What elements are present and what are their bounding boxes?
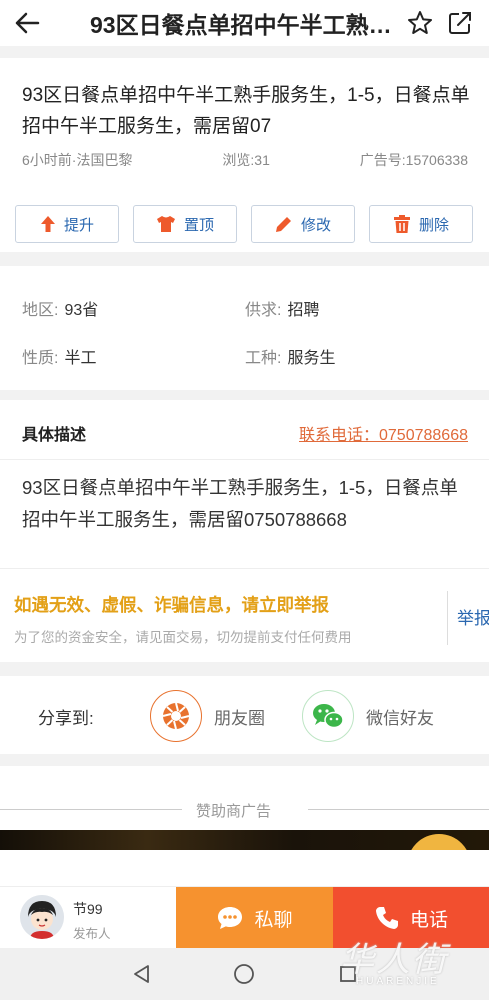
job-label: 工种: [245, 350, 282, 367]
share-moments-button[interactable]: 朋友圈 [150, 690, 265, 742]
ad-title: 93区日餐点单招中午半工熟手服务生，1-5，日餐点单招中午半工服务生，需居留07 [22, 85, 470, 137]
description-header: 具体描述 联系电话：0750788668 [0, 400, 489, 460]
region-row: 地区: 93省 [22, 296, 98, 320]
banner-gold-circle [407, 834, 471, 850]
edit-label: 修改 [300, 216, 331, 234]
report-button[interactable]: 举报 [457, 604, 489, 629]
nature-label: 性质: [22, 350, 59, 367]
chat-label: 私聊 [254, 909, 293, 931]
camera-aperture-icon [162, 702, 190, 730]
triangle-back-icon [134, 965, 149, 983]
trash-icon [393, 214, 410, 233]
job-value: 服务生 [287, 350, 336, 367]
user-avatar-icon [20, 895, 64, 939]
favorite-button[interactable] [400, 0, 440, 46]
description-body: 93区日餐点单招中午半工熟手服务生，1-5，日餐点单招中午半工服务生，需居留07… [0, 460, 489, 568]
edit-button[interactable]: 修改 [251, 205, 355, 243]
share-icon [449, 12, 471, 34]
watermark-text: 华人街 [340, 940, 448, 980]
job-row: 工种: 服务生 [245, 344, 335, 368]
nature-value: 半工 [64, 350, 97, 367]
promote-label: 提升 [63, 216, 94, 234]
sponsor-line-right [308, 809, 489, 810]
share-section: 分享到: 朋友圈 微信好友 [0, 676, 489, 754]
moments-label: 朋友圈 [214, 708, 265, 728]
posted-time-location: 6小时前·法国巴黎 [22, 152, 133, 168]
sponsor-section: 赞助商广告 [0, 766, 489, 886]
description-text: 93区日餐点单招中午半工熟手服务生，1-5，日餐点单招中午半工服务生，需居留07… [22, 477, 458, 530]
pencil-icon [275, 217, 291, 232]
share-button[interactable] [440, 0, 480, 46]
delete-label: 删除 [418, 216, 449, 234]
wechat-label: 微信好友 [366, 708, 434, 728]
ad-number: 广告号:15706338 [359, 152, 468, 168]
region-value: 93省 [64, 302, 99, 319]
sponsor-banner[interactable] [0, 830, 489, 850]
call-label: 电话 [409, 909, 448, 931]
warning-subtext: 为了您的资金安全，请见面交易，切勿提前支付任何费用 [14, 630, 352, 645]
shirt-icon [156, 216, 175, 232]
publisher-name: 节99 [73, 901, 103, 917]
promote-button[interactable]: 提升 [15, 205, 119, 243]
star-icon [408, 11, 432, 34]
circle-home-icon [234, 964, 254, 984]
moments-icon-circle [150, 690, 202, 742]
top-app-bar: 93区日餐点单招中午半工熟手服务生，1-5，日餐点单招中午半工服务生，需居留07 [0, 0, 489, 46]
supply-label: 供求: [245, 302, 282, 319]
share-wechat-button[interactable]: 微信好友 [302, 690, 434, 742]
wechat-icon [313, 704, 344, 729]
region-label: 地区: [22, 302, 59, 319]
warning-headline: 如遇无效、虚假、诈骗信息，请立即举报 [14, 595, 329, 615]
fraud-warning: 如遇无效、虚假、诈骗信息，请立即举报 为了您的资金安全，请见面交易，切勿提前支付… [0, 568, 489, 662]
publisher-role: 发布人 [73, 927, 111, 941]
contact-phone-link[interactable]: 联系电话：0750788668 [299, 421, 468, 445]
pin-label: 置顶 [183, 216, 214, 234]
avatar[interactable] [20, 895, 64, 939]
sponsor-label: 赞助商广告 [196, 803, 272, 820]
supply-row: 供求: 招聘 [245, 296, 319, 320]
page-title: 93区日餐点单招中午半工熟手服务生，1-5，日餐点单招中午半工服务生，需居留07 [90, 12, 400, 38]
phone-icon [375, 907, 398, 929]
ad-header: 93区日餐点单招中午半工熟手服务生，1-5，日餐点单招中午半工服务生，需居留07… [0, 58, 489, 252]
watermark-subtext: HUARENJIE [356, 976, 440, 987]
share-label: 分享到: [38, 709, 94, 728]
ad-details: 地区: 93省 供求: 招聘 性质: 半工 工种: 服务生 [0, 266, 489, 390]
nature-row: 性质: 半工 [22, 344, 96, 368]
arrow-up-icon [40, 216, 55, 232]
delete-button[interactable]: 删除 [369, 205, 473, 243]
watermark-logo: 华人街 HUARENJIE [340, 932, 486, 994]
ad-meta: 6小时前·法国巴黎 浏览:31 广告号:15706338 [22, 150, 468, 170]
arrow-left-icon [15, 12, 40, 34]
wechat-icon-circle [302, 690, 354, 742]
nav-home-button[interactable] [230, 960, 258, 988]
pin-button[interactable]: 置顶 [133, 205, 237, 243]
back-button[interactable] [4, 0, 50, 46]
description-heading: 具体描述 [22, 427, 87, 444]
chat-bubble-icon [218, 907, 243, 929]
nav-back-button[interactable] [128, 960, 156, 988]
supply-value: 招聘 [287, 302, 320, 319]
sponsor-line-left [0, 809, 182, 810]
view-count: 浏览:31 [222, 152, 270, 168]
private-chat-button[interactable]: 私聊 [176, 887, 333, 949]
ad-action-buttons: 提升 置顶 修改 删除 [15, 205, 473, 243]
warning-divider [447, 591, 448, 645]
